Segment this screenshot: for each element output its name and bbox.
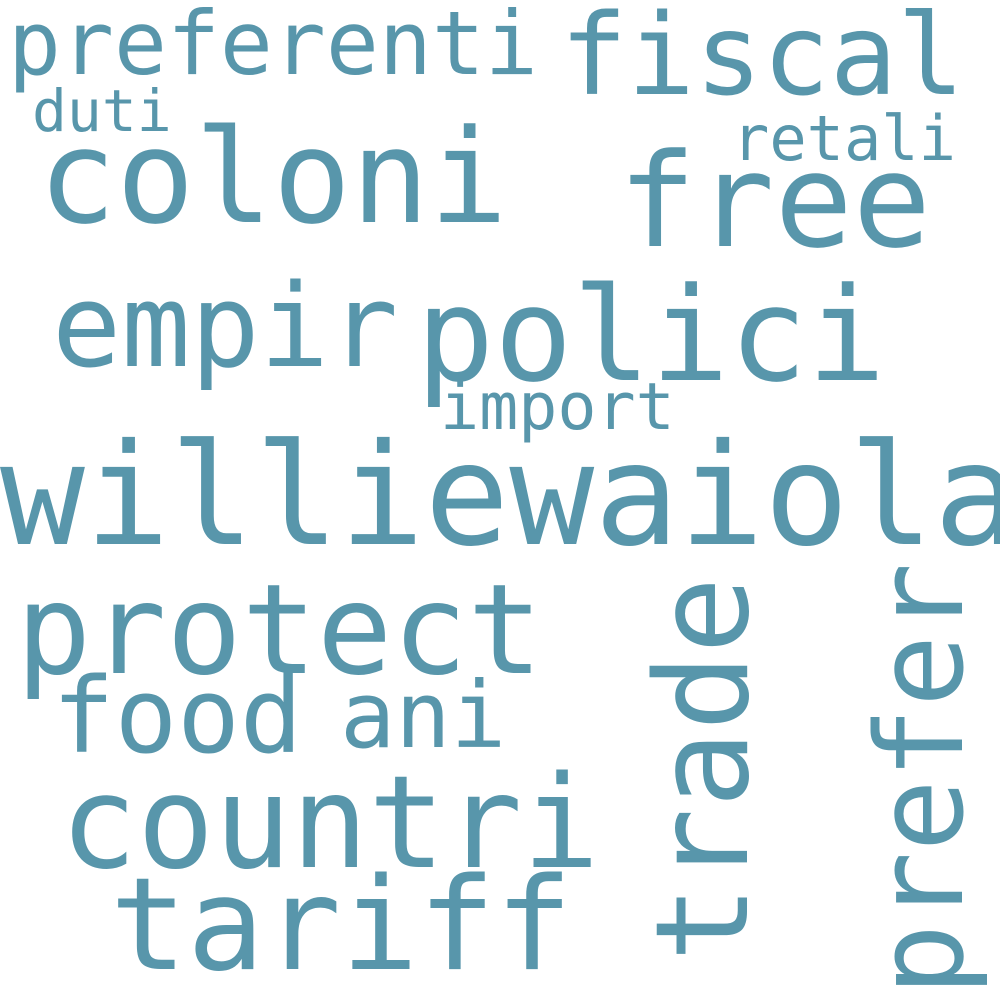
- word-empir: empir: [52, 260, 399, 394]
- word-fiscal: fiscal: [560, 0, 965, 121]
- word-trade: trade: [629, 576, 778, 962]
- word-free: free: [618, 125, 932, 277]
- word-prefer: prefer: [852, 562, 991, 996]
- word-cloud: preferenti fiscal duti coloni retali fre…: [0, 0, 1000, 1000]
- word-williewaiola: williewaiola: [0, 414, 1000, 578]
- word-preferenti: preferenti: [8, 0, 538, 95]
- word-tariff: tariff: [110, 851, 573, 1000]
- word-coloni: coloni: [38, 101, 508, 253]
